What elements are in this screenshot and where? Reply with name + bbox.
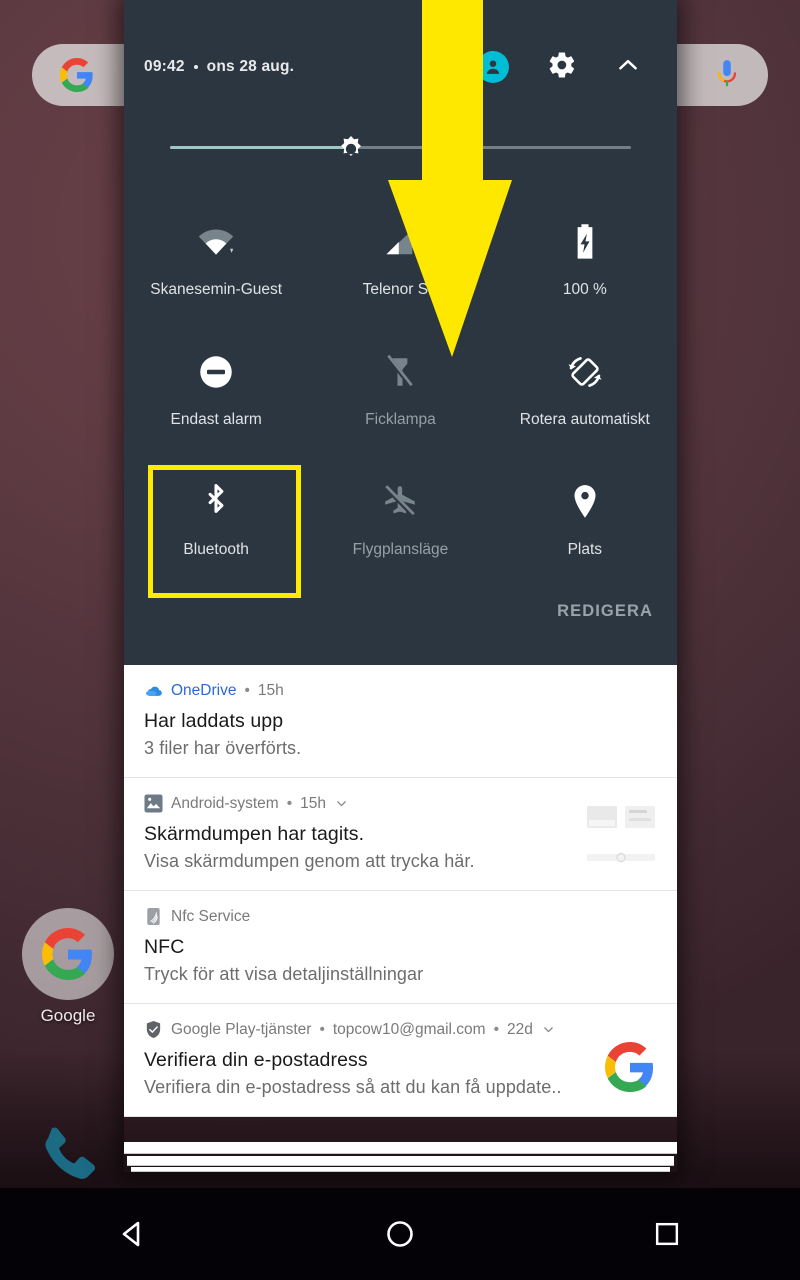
recents-square-icon[interactable]: [637, 1204, 697, 1264]
notification-body: Tryck för att visa detaljinställningar: [144, 964, 424, 984]
notification-onedrive[interactable]: OneDrive • 15h Har laddats upp 3 filer h…: [124, 665, 677, 778]
status-separator-dot: [193, 65, 198, 69]
auto-rotate-icon: [565, 352, 605, 392]
gear-icon[interactable]: [547, 50, 577, 85]
google-folder-label: Google: [40, 1006, 96, 1025]
tile-battery-label: 100 %: [562, 281, 607, 298]
google-g-icon: [605, 1042, 655, 1092]
notification-time: 15h: [300, 794, 326, 812]
notification-app-name: Nfc Service: [171, 907, 251, 925]
brightness-slider[interactable]: [170, 136, 631, 156]
notification-title: Verifiera din e-postadress: [144, 1049, 368, 1071]
status-action-icons: [477, 50, 641, 85]
status-date: ons 28 aug.: [206, 58, 295, 75]
tile-battery[interactable]: 100 %: [493, 208, 677, 338]
notification-google-play-services[interactable]: Google Play-tjänster • topcow10@gmail.co…: [124, 1004, 677, 1117]
wifi-icon: [196, 222, 236, 262]
tile-flashlight-label: Ficklampa: [365, 411, 436, 428]
stack-edge: [131, 1167, 670, 1172]
tile-airplane-mode[interactable]: Flygplansläge: [308, 468, 492, 598]
shield-icon: [144, 1020, 163, 1039]
tile-flashlight[interactable]: Ficklampa: [308, 338, 492, 468]
brightness-sun-icon[interactable]: [334, 131, 368, 165]
tile-auto-rotate[interactable]: Rotera automatiskt: [493, 338, 677, 468]
chevron-down-icon[interactable]: [335, 797, 348, 810]
notification-header: Nfc Service: [144, 907, 657, 926]
quick-settings-panel: 09:42 ons 28 aug. Skanesemin-Guest Telen…: [124, 0, 677, 665]
notification-nfc[interactable]: Nfc Service NFC Tryck för att visa detal…: [124, 891, 677, 1004]
notification-header: OneDrive • 15h: [144, 681, 657, 700]
stack-edge: [127, 1156, 674, 1166]
status-time: 09:42: [144, 58, 185, 75]
tile-airplane-mode-label: Flygplansläge: [352, 541, 449, 558]
shade-status-row: 09:42 ons 28 aug.: [124, 50, 677, 84]
chevron-down-icon[interactable]: [542, 1023, 555, 1036]
notification-app-name: Google Play-tjänster: [171, 1020, 312, 1038]
notification-body: Verifiera din e-postadress så att du kan…: [144, 1077, 562, 1097]
notification-separator: •: [493, 1020, 500, 1038]
edit-tiles-button[interactable]: REDIGERA: [547, 596, 663, 627]
google-mic-icon[interactable]: [714, 58, 740, 92]
tile-wifi-label: Skanesemin-Guest: [150, 281, 283, 298]
google-g-icon: [60, 58, 94, 92]
mobile-signal-icon: [380, 222, 420, 262]
notification-header: Android-system • 15h: [144, 794, 657, 813]
collapsed-notification-stack[interactable]: [124, 1136, 677, 1172]
notification-title: Skärmdumpen har tagits.: [144, 823, 365, 845]
airplane-mode-off-icon: [380, 482, 420, 522]
nfc-icon: [144, 907, 163, 926]
notification-title: Har laddats upp: [144, 710, 284, 732]
notification-body: 3 filer har överförts.: [144, 738, 302, 758]
flashlight-off-icon: [380, 352, 420, 392]
tile-do-not-disturb[interactable]: Endast alarm: [124, 338, 308, 468]
user-avatar-icon[interactable]: [477, 51, 509, 83]
phone-icon[interactable]: [30, 1118, 108, 1196]
notification-header: Google Play-tjänster • topcow10@gmail.co…: [144, 1020, 657, 1039]
do-not-disturb-icon: [196, 352, 236, 392]
tile-row-2: Endast alarm Ficklampa Rotera automatisk…: [124, 338, 677, 468]
image-icon: [144, 794, 163, 813]
notification-separator: •: [319, 1020, 325, 1038]
home-circle-icon[interactable]: [370, 1204, 430, 1264]
notification-separator: •: [286, 794, 293, 812]
notification-list: OneDrive • 15h Har laddats upp 3 filer h…: [124, 665, 677, 1172]
location-pin-icon: [565, 482, 605, 522]
tile-row-1: Skanesemin-Guest Telenor SE 100 %: [124, 208, 677, 338]
chevron-up-icon[interactable]: [615, 52, 641, 83]
notification-time: 15h: [257, 681, 284, 699]
tile-bluetooth-label: Bluetooth: [183, 541, 249, 558]
notification-time: 22d: [507, 1020, 533, 1038]
tile-auto-rotate-label: Rotera automatiskt: [519, 411, 650, 428]
back-triangle-icon[interactable]: [103, 1204, 163, 1264]
status-date-time: 09:42 ons 28 aug.: [144, 58, 294, 76]
tile-do-not-disturb-label: Endast alarm: [170, 411, 262, 428]
bluetooth-icon: [196, 482, 236, 522]
notification-separator: •: [244, 681, 250, 699]
google-folder-icon: [22, 908, 114, 1000]
tile-row-3: Bluetooth Flygplansläge Plats: [124, 465, 677, 598]
notification-title: NFC: [144, 936, 185, 958]
notification-app-name: Android-system: [171, 794, 279, 812]
tile-location-label: Plats: [567, 541, 603, 558]
tile-bluetooth[interactable]: Bluetooth: [124, 465, 308, 598]
stack-edge: [124, 1142, 677, 1154]
brightness-fill: [170, 146, 346, 149]
notification-app-name: OneDrive: [171, 681, 237, 699]
screenshot-preview-thumbnail[interactable]: [585, 802, 657, 874]
notification-shade: 09:42 ons 28 aug. Skanesemin-Guest Telen…: [124, 0, 677, 1172]
tile-mobile-data-label: Telenor SE: [362, 281, 439, 298]
tile-wifi[interactable]: Skanesemin-Guest: [124, 208, 308, 338]
tile-mobile-data[interactable]: Telenor SE: [308, 208, 492, 338]
battery-charging-icon: [565, 222, 605, 262]
tile-location[interactable]: Plats: [493, 468, 677, 598]
quick-settings-tiles: Skanesemin-Guest Telenor SE 100 % Endast…: [124, 208, 677, 598]
notification-android-system[interactable]: Android-system • 15h Skärmdumpen har tag…: [124, 778, 677, 891]
navigation-bar: [0, 1188, 800, 1280]
notification-account: topcow10@gmail.com: [332, 1020, 486, 1038]
google-folder[interactable]: Google: [22, 908, 114, 1026]
notification-body: Visa skärmdumpen genom att trycka här.: [144, 851, 475, 871]
onedrive-cloud-icon: [144, 681, 163, 700]
